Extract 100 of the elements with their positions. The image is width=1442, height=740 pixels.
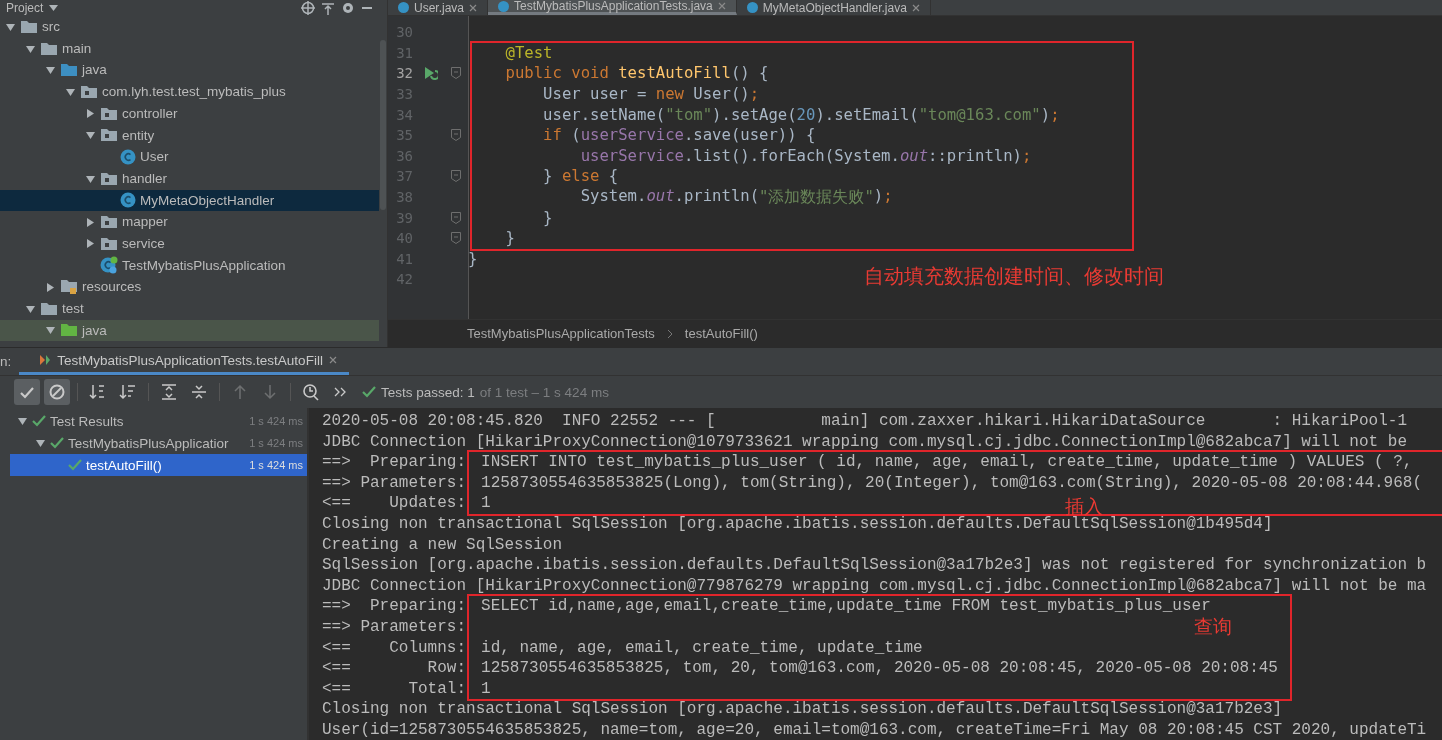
expand-all-icon: [160, 383, 178, 401]
toolbar-button[interactable]: [14, 379, 40, 405]
resources-folder-icon: [60, 279, 78, 296]
console-line: JDBC Connection [HikariProxyConnection@779876279 wrapping com.mysql.cj.jdbc.ConnectionImpl@682abca7] will not be ma: [322, 575, 1428, 597]
check-icon: [362, 386, 376, 398]
tree-item[interactable]: TestMybatisPlusApplication: [122, 258, 286, 273]
code-line: @Test: [504, 43, 553, 62]
console-line: 1258730554635853825(Long), tom(String), 20(Integer), tom@163.com(String), 2020-05-08 20:08:44.968(: [481, 473, 1422, 492]
toolbar-button[interactable]: [44, 379, 70, 405]
tree-item[interactable]: controller: [122, 106, 178, 121]
tree-item[interactable]: mapper: [122, 215, 168, 229]
code-line: public void testAutoFill() {: [504, 64, 769, 83]
collapse-arrow-icon[interactable]: [46, 282, 54, 292]
console-line: SqlSession [org.apache.ibatis.session.defaults.DefaultSqlSession@3a17b2e3] was not registered for synchronization b: [322, 555, 1428, 576]
close-icon[interactable]: [328, 356, 337, 364]
package-folder-icon: [100, 128, 118, 143]
scrollbar-thumb[interactable]: [380, 40, 386, 210]
class-icon: [120, 192, 136, 209]
console-line: INSERT INTO test_mybatis_plus_user ( id, name, age, email, create_time, update_time ) VALUES ( ?,: [481, 453, 1413, 472]
tree-item[interactable]: com.lyh.test.test_mybatis_plus: [102, 85, 286, 99]
run-test-icon[interactable]: [422, 65, 438, 82]
console-line: Closing non transactional SqlSession [org.apache.ibatis.session.defaults.DefaultSqlSession@3a17b2e3]: [322, 699, 1284, 720]
test-tree-item[interactable]: testAutoFill() 1 s 424 ms: [10, 454, 307, 476]
sort-alphabetically-icon: [89, 383, 107, 401]
breadcrumb-item[interactable]: TestMybatisPlusApplicationTests: [467, 326, 655, 341]
editor-tab[interactable]: TestMybatisPlusApplicationTests.java: [488, 0, 737, 15]
editor-tab[interactable]: MyMetaObjectHandler.java: [736, 0, 931, 15]
console-line-prefix: ==> Preparing:: [322, 596, 467, 617]
collapse-arrow-icon[interactable]: [86, 109, 94, 119]
tree-item[interactable]: java: [82, 323, 107, 338]
fold-marker-icon[interactable]: [450, 232, 461, 245]
folder-icon: [60, 323, 78, 338]
fold-marker-icon[interactable]: [450, 67, 461, 80]
tree-item[interactable]: handler: [122, 171, 168, 186]
tree-item[interactable]: main: [62, 41, 92, 56]
tree-item[interactable]: service: [122, 236, 165, 251]
run-label: n:: [0, 354, 13, 369]
console-line: 1: [481, 679, 491, 698]
crosshair-icon[interactable]: [301, 1, 315, 15]
tree-item[interactable]: java: [82, 63, 107, 77]
expand-arrow-icon[interactable]: [25, 44, 35, 53]
console-line: 1: [481, 494, 491, 513]
sort-by-duration-icon: [119, 383, 137, 401]
expand-arrow-icon[interactable]: [85, 131, 95, 140]
console-line: id, name, age, email, create_time, update_time: [481, 638, 923, 657]
panel-title[interactable]: Project: [6, 2, 44, 14]
tree-item[interactable]: test: [62, 302, 84, 316]
folder-icon: [40, 41, 58, 56]
tree-item[interactable]: entity: [122, 128, 155, 143]
console-line: Closing non transactional SqlSession [org.apache.ibatis.session.defaults.DefaultSqlSession@1b495d4]: [322, 514, 1274, 535]
code-line: userService.list().forEach(System.out::println);: [579, 146, 1032, 165]
expand-arrow-icon[interactable]: [25, 304, 35, 313]
fold-marker-icon[interactable]: [450, 129, 461, 142]
run-tab[interactable]: TestMybatisPlusApplicationTests.testAutoFill: [19, 348, 349, 375]
class-file-icon: [746, 2, 758, 13]
settings-icon[interactable]: [341, 1, 355, 15]
folder-icon: [40, 301, 58, 316]
expand-arrow-icon[interactable]: [5, 22, 15, 31]
console-line-prefix: ==> Preparing:: [322, 452, 467, 473]
test-summary: of 1 test – 1 s 424 ms: [479, 384, 609, 400]
code-line: } else {: [542, 167, 619, 186]
console-line-prefix: ==> Parameters:: [322, 616, 467, 638]
spring-class-icon: [100, 256, 118, 275]
collapse-arrow-icon[interactable]: [86, 217, 94, 227]
expand-arrow-icon[interactable]: [85, 174, 95, 183]
tree-item[interactable]: src: [42, 20, 60, 34]
tree-item[interactable]: User: [140, 150, 169, 164]
close-icon[interactable]: [911, 3, 920, 12]
expand-arrow-icon[interactable]: [65, 87, 75, 96]
expand-arrow-icon[interactable]: [45, 326, 55, 335]
code-line: }: [504, 229, 515, 248]
fold-marker-icon[interactable]: [450, 211, 461, 224]
tests-passed-text: Tests passed: 1: [381, 384, 475, 400]
package-folder-icon: [100, 171, 118, 186]
close-icon[interactable]: [469, 3, 478, 12]
console-line: 2020-05-08 20:08:45.820 INFO 22552 --- [ main] com.zaxxer.hikari.HikariDataSource : HikariPool-1: [322, 411, 1408, 432]
collapse-icon[interactable]: [321, 1, 335, 15]
expand-arrow-icon[interactable]: [35, 439, 45, 447]
package-folder-icon: [100, 106, 118, 121]
collapse-arrow-icon[interactable]: [86, 239, 94, 249]
code-line: if (userService.save(user)) {: [542, 126, 816, 145]
annotation-label: 查询: [1193, 614, 1232, 640]
class-file-icon: [498, 0, 510, 12]
console-line-prefix: <== Columns:: [322, 637, 467, 659]
breadcrumb-item[interactable]: testAutoFill(): [684, 326, 758, 341]
annotation-label: 插入: [1065, 493, 1104, 517]
chevron-icon: [666, 328, 673, 339]
console-line: User(id=1258730554635853825, name=tom, age=20, email=tom@163.com, createTime=Fri May 08 20:08:45 CST 2020, updateTi: [322, 719, 1428, 740]
tree-item[interactable]: resources: [82, 280, 142, 294]
expand-arrow-icon[interactable]: [17, 417, 27, 425]
folder-icon: [60, 63, 78, 78]
annotation-label: 自动填充数据创建时间、修改时间: [864, 262, 1164, 290]
console-line: JDBC Connection [HikariProxyConnection@1079733621 wrapping com.mysql.cj.jdbc.ConnectionImpl@682abca7] will not be: [322, 431, 1408, 453]
console-line-prefix: <== Total:: [322, 678, 467, 700]
history-icon: [302, 383, 320, 401]
dropdown-caret-icon[interactable]: [49, 5, 59, 11]
code-line: }: [468, 249, 478, 268]
line-number: 32: [395, 65, 413, 82]
fold-marker-icon[interactable]: [450, 170, 461, 183]
expand-arrow-icon[interactable]: [45, 66, 55, 75]
